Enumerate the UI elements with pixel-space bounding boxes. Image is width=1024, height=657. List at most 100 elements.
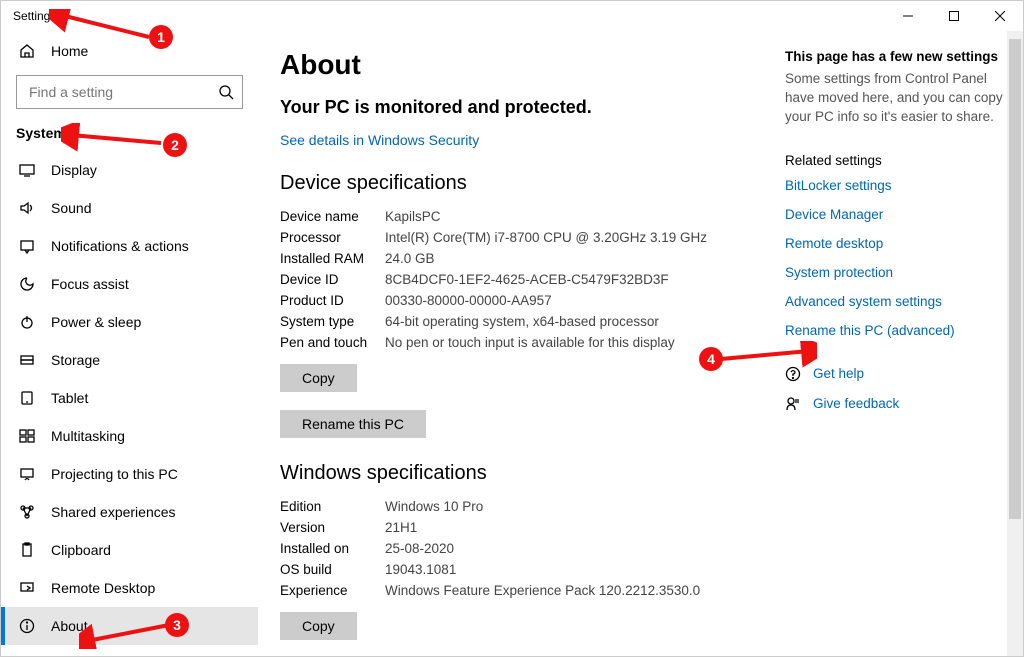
spec-label: Experience <box>280 583 385 598</box>
annotation-arrow-3 <box>79 619 179 649</box>
sidebar-item-projecting[interactable]: Projecting to this PC <box>1 455 258 493</box>
annotation-arrow-1 <box>49 9 159 49</box>
spec-label: System type <box>280 314 385 329</box>
related-settings-heading: Related settings <box>785 153 1005 168</box>
give-feedback-label: Give feedback <box>813 396 899 411</box>
annotation-bubble-4: 4 <box>699 347 723 371</box>
maximize-button[interactable] <box>931 1 977 31</box>
spec-value: 8CB4DCF0-1EF2-4625-ACEB-C5479F32BD3F <box>385 272 755 287</box>
spec-value: 19043.1081 <box>385 562 755 577</box>
tablet-icon <box>19 390 35 406</box>
sidebar-item-label: Tablet <box>51 390 88 406</box>
spec-value: Windows 10 Pro <box>385 499 755 514</box>
sidebar-item-label: Projecting to this PC <box>51 466 178 482</box>
projecting-icon <box>19 466 35 482</box>
sidebar-item-multitasking[interactable]: Multitasking <box>1 417 258 455</box>
clipboard-icon <box>19 542 35 558</box>
shared-icon <box>19 504 35 520</box>
feedback-icon <box>785 396 801 412</box>
windows-spec-table: EditionWindows 10 Pro Version21H1 Instal… <box>280 499 755 598</box>
sidebar-item-sound[interactable]: Sound <box>1 189 258 227</box>
search-wrap <box>16 75 243 109</box>
sidebar-item-shared-experiences[interactable]: Shared experiences <box>1 493 258 531</box>
spec-label: Device name <box>280 209 385 224</box>
display-icon <box>19 162 35 178</box>
aside-new-text: Some settings from Control Panel have mo… <box>785 70 1005 127</box>
get-help-row[interactable]: Get help <box>785 366 1005 382</box>
sidebar-item-notifications[interactable]: Notifications & actions <box>1 227 258 265</box>
content: About Your PC is monitored and protected… <box>258 31 1023 656</box>
sidebar-item-clipboard[interactable]: Clipboard <box>1 531 258 569</box>
sidebar-item-display[interactable]: Display <box>1 151 258 189</box>
remote-desktop-link[interactable]: Remote desktop <box>785 236 1005 251</box>
annotation-bubble-1: 1 <box>149 25 173 49</box>
about-icon <box>19 618 35 634</box>
windows-spec-heading: Windows specifications <box>280 462 755 485</box>
sidebar-item-label: Clipboard <box>51 542 111 558</box>
scrollbar-thumb[interactable] <box>1009 39 1021 519</box>
sidebar-item-remote-desktop[interactable]: Remote Desktop <box>1 569 258 607</box>
get-help-label: Get help <box>813 366 864 381</box>
bitlocker-link[interactable]: BitLocker settings <box>785 178 1005 193</box>
spec-label: Installed RAM <box>280 251 385 266</box>
sidebar-item-label: Storage <box>51 352 100 368</box>
system-protection-link[interactable]: System protection <box>785 265 1005 280</box>
page-title: About <box>280 49 755 81</box>
device-manager-link[interactable]: Device Manager <box>785 207 1005 222</box>
rename-pc-advanced-link[interactable]: Rename this PC (advanced) <box>785 323 1005 338</box>
sidebar-item-label: Focus assist <box>51 276 129 292</box>
multitasking-icon <box>19 428 35 444</box>
aside-new-heading: This page has a few new settings <box>785 49 1005 64</box>
device-spec-heading: Device specifications <box>280 172 755 195</box>
sidebar-item-label: Remote Desktop <box>51 580 155 596</box>
sound-icon <box>19 200 35 216</box>
sidebar-item-tablet[interactable]: Tablet <box>1 379 258 417</box>
home-icon <box>19 43 35 59</box>
sidebar-item-label: Sound <box>51 200 91 216</box>
sidebar-item-power-sleep[interactable]: Power & sleep <box>1 303 258 341</box>
spec-label: Device ID <box>280 272 385 287</box>
settings-window: Settings Home System D <box>0 0 1024 657</box>
give-feedback-row[interactable]: Give feedback <box>785 396 1005 412</box>
spec-label: OS build <box>280 562 385 577</box>
annotation-bubble-2: 2 <box>163 133 187 157</box>
main-panel: About Your PC is monitored and protected… <box>258 31 785 656</box>
search-field[interactable] <box>27 83 218 101</box>
copy-windows-specs-button[interactable]: Copy <box>280 612 357 640</box>
storage-icon <box>19 352 35 368</box>
window-controls <box>885 1 1023 31</box>
spec-label: Product ID <box>280 293 385 308</box>
spec-value: 24.0 GB <box>385 251 755 266</box>
sidebar-item-label: Multitasking <box>51 428 125 444</box>
spec-label: Pen and touch <box>280 335 385 350</box>
advanced-system-settings-link[interactable]: Advanced system settings <box>785 294 1005 309</box>
spec-label: Processor <box>280 230 385 245</box>
protected-heading: Your PC is monitored and protected. <box>280 97 755 118</box>
sidebar-item-storage[interactable]: Storage <box>1 341 258 379</box>
spec-value: No pen or touch input is available for t… <box>385 335 755 350</box>
sidebar-item-label: Notifications & actions <box>51 238 189 254</box>
remote-desktop-icon <box>19 580 35 596</box>
spec-value: KapilsPC <box>385 209 755 224</box>
minimize-button[interactable] <box>885 1 931 31</box>
sidebar-item-label: Power & sleep <box>51 314 141 330</box>
sidebar-item-focus-assist[interactable]: Focus assist <box>1 265 258 303</box>
rename-pc-button[interactable]: Rename this PC <box>280 410 426 438</box>
windows-security-link[interactable]: See details in Windows Security <box>280 132 755 148</box>
spec-value: 21H1 <box>385 520 755 535</box>
close-button[interactable] <box>977 1 1023 31</box>
focus-assist-icon <box>19 276 35 292</box>
power-icon <box>19 314 35 330</box>
notifications-icon <box>19 238 35 254</box>
spec-label: Installed on <box>280 541 385 556</box>
device-spec-table: Device nameKapilsPC ProcessorIntel(R) Co… <box>280 209 755 350</box>
copy-device-specs-button[interactable]: Copy <box>280 364 357 392</box>
search-input[interactable] <box>16 75 243 109</box>
annotation-arrow-4 <box>717 341 817 371</box>
search-icon <box>218 84 234 100</box>
annotation-bubble-3: 3 <box>165 613 189 637</box>
scrollbar[interactable] <box>1007 31 1023 656</box>
spec-label: Edition <box>280 499 385 514</box>
spec-label: Version <box>280 520 385 535</box>
spec-value: 64-bit operating system, x64-based proce… <box>385 314 755 329</box>
